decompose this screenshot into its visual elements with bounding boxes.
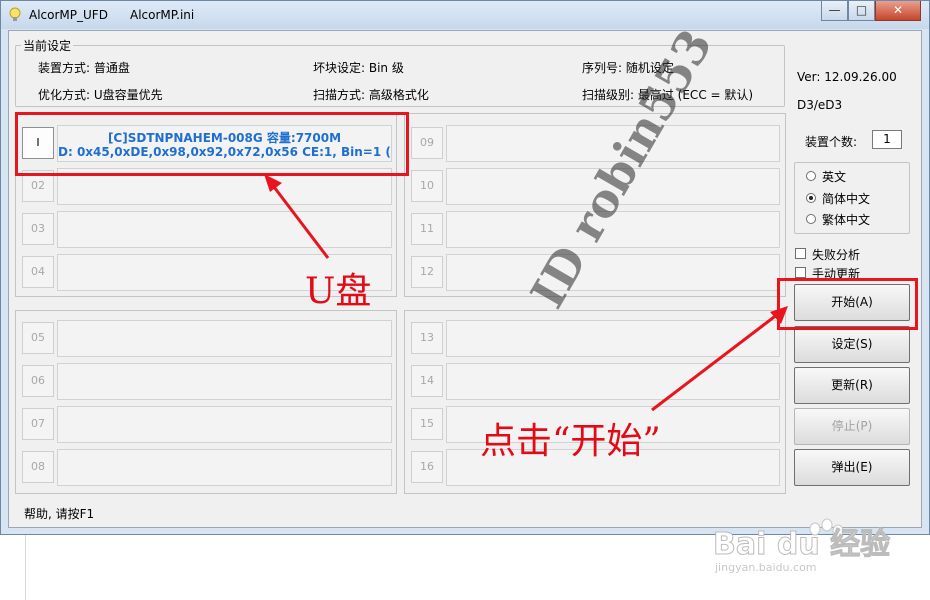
baidu-url-text: jingyan.baidu.com: [715, 561, 817, 574]
udisk-annotation: U盘: [305, 271, 372, 312]
arrow-to-start-head: [770, 306, 788, 324]
arrow-to-udisk: [269, 182, 330, 259]
arrow-to-udisk-head: [264, 174, 282, 192]
click-start-annotation: 点击“开始”: [480, 421, 661, 462]
annotation-arrows: [264, 174, 788, 412]
baidu-logo-text: Bai du 经验: [712, 527, 891, 563]
arrow-to-start: [651, 312, 779, 412]
baidu-jingyan-logo: Bai du 经验 jingyan.baidu.com: [705, 515, 905, 575]
